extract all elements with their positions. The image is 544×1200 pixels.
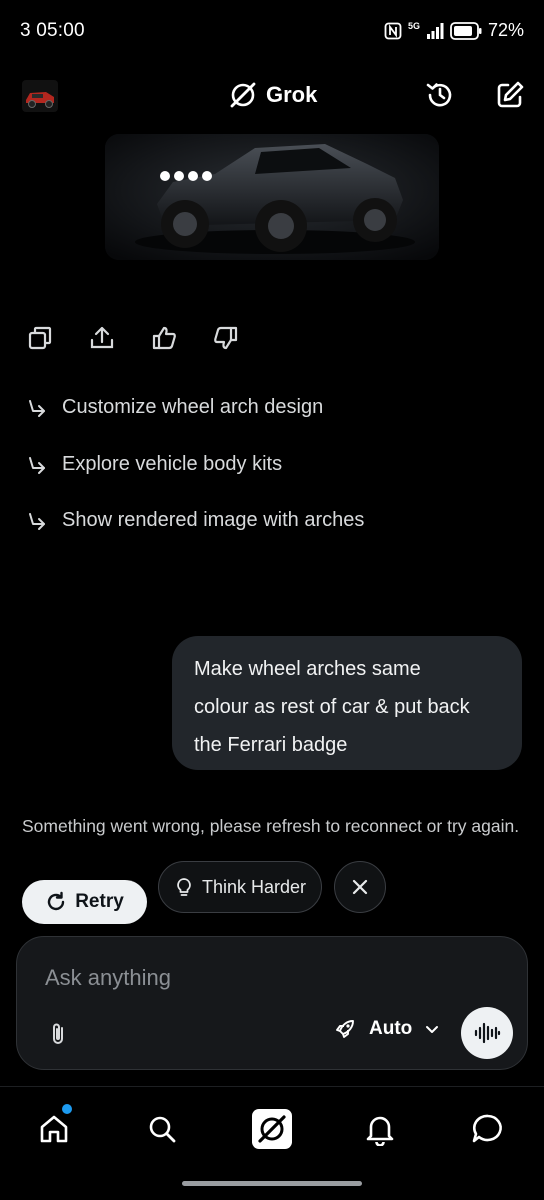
app-name: Grok — [266, 82, 318, 107]
copy-button[interactable] — [24, 322, 56, 354]
nav-notifications[interactable] — [358, 1107, 402, 1151]
retry-button[interactable]: Retry — [22, 880, 147, 924]
chevron-down-icon — [426, 1026, 439, 1033]
signal-icon — [426, 22, 444, 39]
home-icon — [40, 1115, 68, 1143]
bottom-nav — [0, 1087, 544, 1167]
thumbs-down-icon — [214, 326, 238, 350]
battery-icon — [450, 21, 482, 40]
ask-input[interactable] — [45, 963, 465, 993]
rocket-icon — [336, 1020, 354, 1038]
search-icon — [149, 1116, 176, 1143]
retry-label: Retry — [75, 891, 124, 912]
status-bar: 3 05:00 5G 72% — [0, 0, 544, 64]
composer: Auto — [16, 936, 528, 1070]
black-offroad-car-image — [105, 134, 439, 260]
suggestion-label: Customize wheel arch design — [62, 396, 324, 418]
think-harder-button[interactable]: Think Harder — [158, 861, 322, 913]
new-chat-button[interactable] — [493, 78, 527, 112]
think-harder-label: Think Harder — [201, 876, 307, 897]
notification-dot — [62, 1104, 72, 1114]
attach-button[interactable] — [43, 1019, 73, 1049]
app-header: Grok — [0, 64, 544, 128]
user-message-line: the Ferrari badge — [194, 734, 348, 756]
suggestion-label: Show rendered image with arches — [62, 509, 365, 531]
suggestion-item[interactable]: Explore vehicle body kits — [26, 453, 282, 476]
grok-logo-icon — [230, 82, 256, 108]
compose-icon — [497, 81, 524, 108]
network-label: 5G — [407, 21, 420, 31]
home-indicator[interactable] — [182, 1181, 362, 1186]
car-avatar-icon — [22, 80, 58, 112]
notifications-icon — [366, 1116, 394, 1146]
nav-home[interactable] — [32, 1107, 76, 1151]
messages-icon — [472, 1114, 502, 1143]
brand: Grok — [228, 80, 317, 110]
share-icon — [90, 326, 114, 349]
thumbs-up-icon — [152, 326, 176, 350]
avatar[interactable] — [22, 80, 58, 112]
nav-messages[interactable] — [466, 1107, 510, 1151]
nav-grok[interactable] — [250, 1107, 294, 1151]
share-button[interactable] — [86, 322, 118, 354]
arrow-suggestion-icon — [29, 456, 45, 474]
nfc-icon — [384, 22, 402, 40]
dislike-button[interactable] — [210, 322, 242, 354]
suggestion-item[interactable]: Show rendered image with arches — [26, 509, 364, 532]
nav-search[interactable] — [140, 1107, 184, 1151]
history-button[interactable] — [423, 78, 457, 112]
voice-waveform-icon — [474, 1022, 501, 1044]
suggestion-label: Explore vehicle body kits — [62, 453, 283, 475]
status-indicators: 5G 72% — [384, 20, 524, 41]
generated-car-image[interactable] — [105, 134, 439, 260]
arrow-suggestion-icon — [29, 512, 45, 530]
arrow-suggestion-icon — [29, 399, 45, 417]
lightbulb-icon — [177, 878, 191, 896]
error-message: Something went wrong, please refresh to … — [22, 816, 520, 836]
user-message-line: Make wheel arches same — [194, 658, 421, 680]
like-button[interactable] — [148, 322, 180, 354]
close-icon — [352, 879, 368, 895]
mode-selector[interactable]: Auto — [333, 1017, 440, 1041]
user-message-line: colour as rest of car & put back — [194, 696, 470, 718]
refresh-icon — [48, 891, 65, 911]
copy-icon — [28, 326, 52, 350]
voice-button[interactable] — [461, 1007, 513, 1059]
response-actions — [24, 322, 242, 354]
mode-label: Auto — [369, 1018, 413, 1039]
paperclip-icon — [53, 1023, 63, 1044]
suggestion-item[interactable]: Customize wheel arch design — [26, 396, 323, 419]
status-time: 3 05:00 — [20, 20, 85, 41]
grok-icon — [252, 1109, 292, 1149]
battery-level: 72% — [487, 20, 524, 40]
dismiss-button[interactable] — [334, 861, 386, 913]
history-icon — [426, 83, 452, 107]
user-message-bubble: Make wheel arches same colour as rest of… — [172, 636, 522, 770]
